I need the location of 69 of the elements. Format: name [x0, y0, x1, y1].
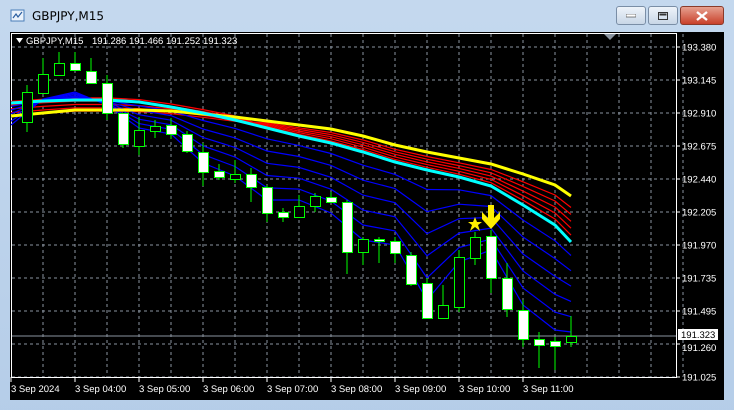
candlestick: [390, 236, 401, 264]
time-axis-label: 3 Sep 11:00: [523, 384, 574, 395]
candlestick: [374, 236, 385, 264]
close-icon: [696, 10, 708, 20]
price-axis-label: 191.495: [682, 306, 716, 318]
candlestick: [566, 316, 577, 348]
minimize-button[interactable]: [616, 6, 646, 25]
price-axis-label: 191.735: [682, 274, 716, 284]
candlestick: [118, 112, 129, 148]
candlestick: [86, 58, 97, 84]
price-axis-label: 192.440: [682, 174, 716, 186]
price-axis-label: 191.260: [682, 343, 716, 354]
shift-marker-icon: [604, 34, 616, 40]
candlestick: [150, 120, 161, 138]
window-title: GBPJPY,M15: [32, 9, 104, 23]
candlestick: [310, 192, 321, 212]
candlestick: [502, 262, 513, 318]
ohlc-values: 191.286 191.466 191.252 191.323: [92, 36, 238, 47]
current-price-label: 191.323: [678, 329, 718, 341]
candlestick: [54, 52, 65, 76]
price-axis-label: 192.675: [682, 142, 716, 152]
time-axis-label: 3 Sep 08:00: [331, 384, 382, 395]
time-axis-label: 3 Sep 2024: [11, 384, 60, 395]
candlestick: [214, 164, 225, 180]
time-axis-label: 3 Sep 04:00: [75, 384, 126, 395]
candlestick: [70, 52, 81, 71]
dropdown-triangle-icon[interactable]: [16, 38, 23, 43]
time-axis-label: 3 Sep 06:00: [203, 384, 254, 395]
price-axis-label: 192.205: [682, 208, 716, 218]
price-axis-label: 192.910: [682, 108, 716, 120]
candlestick: [550, 336, 561, 370]
candlestick: [278, 208, 289, 222]
maximize-button[interactable]: [648, 6, 678, 25]
candlestick: [518, 300, 529, 348]
candlestick: [22, 84, 33, 132]
candlestick: [470, 232, 481, 266]
chart-window-icon: [10, 8, 26, 24]
time-axis-label: 3 Sep 09:00: [395, 384, 446, 395]
candlestick: [358, 236, 369, 266]
candlestick: [230, 160, 241, 184]
candlestick: [166, 118, 177, 140]
price-axis-label: 193.380: [682, 42, 716, 54]
time-axis-label: 3 Sep 10:00: [459, 384, 510, 395]
candlestick: [294, 194, 305, 218]
candlestick: [486, 230, 497, 294]
candlestick: [134, 116, 145, 156]
price-axis-label: 193.145: [682, 76, 716, 86]
maximize-icon: [658, 12, 668, 20]
candlestick: [198, 142, 209, 186]
candlestick: [38, 58, 49, 94]
candlestick: [326, 192, 337, 203]
down-arrow-icon: [482, 205, 500, 229]
candlestick: [182, 130, 193, 154]
candlestick: [438, 284, 449, 319]
candlestick: [246, 168, 257, 202]
candlestick: [406, 252, 417, 286]
time-axis-label: 3 Sep 07:00: [267, 384, 318, 395]
time-axis-label: 3 Sep 05:00: [139, 384, 190, 395]
candlestick: [102, 74, 113, 120]
price-axis-label: 191.970: [682, 240, 716, 252]
chart-symbol: GBPJPY,M15: [26, 36, 84, 47]
price-axis-label: 191.025: [682, 372, 716, 384]
star-icon: [468, 217, 482, 231]
candlestick: [422, 278, 433, 319]
minimize-icon: [626, 14, 636, 18]
candlestick: [534, 332, 545, 368]
candlestick: [454, 250, 465, 312]
candlestick: [262, 184, 273, 222]
close-button[interactable]: [680, 6, 724, 25]
